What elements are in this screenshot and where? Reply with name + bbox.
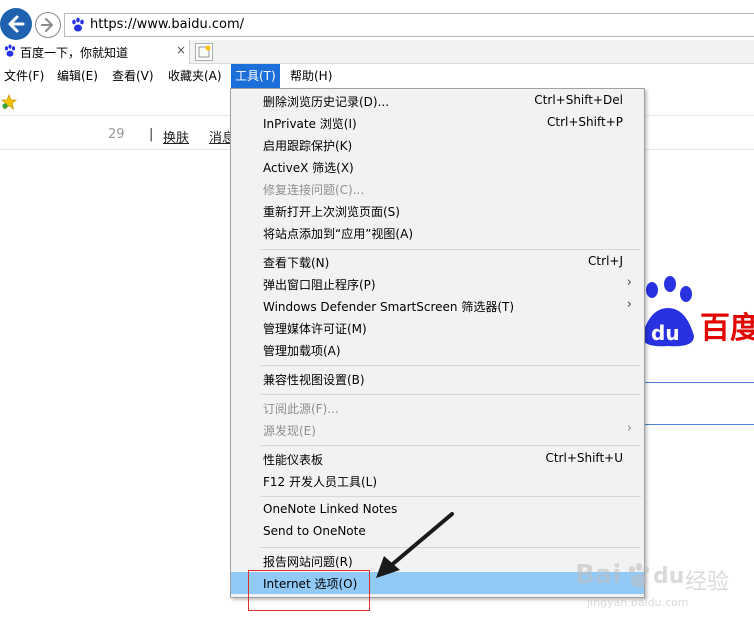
- menu-separator: [261, 496, 641, 497]
- menu-item-label: 管理媒体许可证(M): [263, 322, 367, 336]
- submenu-arrow-icon: ›: [626, 275, 632, 290]
- menu-item-label: ActiveX 筛选(X): [263, 161, 354, 175]
- menu-item-label: 兼容性视图设置(B): [263, 373, 365, 387]
- menu-item-label: 管理加载项(A): [263, 344, 341, 358]
- menu-item-tracking-protection[interactable]: 启用跟踪保护(K): [231, 134, 644, 156]
- tab-bar: 百度一下，你就知道 ×: [0, 40, 754, 64]
- menu-item-subscribe-feed: 订阅此源(F)...: [231, 397, 644, 419]
- menu-item-delete-history[interactable]: 删除浏览历史记录(D)... Ctrl+Shift+Del: [231, 90, 644, 112]
- watermark-url: jingyan.baidu.com: [587, 596, 689, 609]
- menu-item-label: 将站点添加到“应用”视图(A): [263, 227, 414, 241]
- menu-view[interactable]: 查看(V): [108, 64, 158, 88]
- baidu-paw-icon: [4, 44, 16, 57]
- search-box-edge: [640, 424, 754, 425]
- menu-item-label: 启用跟踪保护(K): [263, 139, 353, 153]
- menu-separator: [261, 394, 641, 395]
- menu-item-label: Windows Defender SmartScreen 筛选器(T): [263, 300, 515, 314]
- search-box-edge: [640, 382, 754, 383]
- menu-item-label: 性能仪表板: [263, 453, 324, 467]
- menu-separator: [261, 445, 641, 446]
- menu-item-label: 订阅此源(F)...: [263, 402, 339, 416]
- menu-item-label: 弹出窗口阻止程序(P): [263, 278, 376, 292]
- pointer-arrow-annotation: [376, 512, 454, 578]
- menu-item-label: 报告网站问题(R): [263, 555, 353, 569]
- menu-edit[interactable]: 编辑(E): [53, 64, 102, 88]
- menu-item-reopen-session[interactable]: 重新打开上次浏览页面(S): [231, 200, 644, 222]
- nav-count: 29: [108, 127, 125, 142]
- menu-item-label: 重新打开上次浏览页面(S): [263, 205, 400, 219]
- menu-item-feed-discovery: 源发现(E) ›: [231, 419, 644, 441]
- menu-favorites[interactable]: 收藏夹(A): [164, 64, 226, 88]
- nav-separator: |: [149, 127, 154, 142]
- submenu-arrow-icon: ›: [626, 297, 632, 312]
- url-field[interactable]: https://www.baidu.com/: [64, 13, 754, 37]
- menu-item-performance-dashboard[interactable]: 性能仪表板 Ctrl+Shift+U: [231, 448, 644, 470]
- forward-arrow-icon: [41, 18, 53, 32]
- menu-item-add-to-apps[interactable]: 将站点添加到“应用”视图(A): [231, 222, 644, 244]
- menu-help[interactable]: 帮助(H): [286, 64, 336, 88]
- menu-item-activex-filter[interactable]: ActiveX 筛选(X): [231, 156, 644, 178]
- menu-item-manage-addons[interactable]: 管理加载项(A): [231, 339, 644, 361]
- menu-separator: [261, 365, 641, 366]
- menu-item-f12-devtools[interactable]: F12 开发人员工具(L): [231, 470, 644, 492]
- logo-text: 百度: [700, 311, 754, 346]
- forward-button[interactable]: [35, 12, 61, 38]
- menu-item-label: InPrivate 浏览(I): [263, 117, 357, 131]
- menu-bar: 文件(F) 编辑(E) 查看(V) 收藏夹(A) 工具(T) 帮助(H): [0, 64, 754, 88]
- url-text: https://www.baidu.com/: [90, 17, 245, 32]
- watermark-brand: Bai: [575, 560, 622, 590]
- tab-close-icon[interactable]: ×: [176, 43, 186, 57]
- menu-separator: [261, 249, 641, 250]
- menu-item-label: 修复连接问题(C)...: [263, 183, 365, 197]
- menu-item-label: 源发现(E): [263, 424, 316, 438]
- menu-item-view-downloads[interactable]: 查看下载(N) Ctrl+J: [231, 251, 644, 273]
- back-arrow-icon: [8, 15, 25, 33]
- menu-file[interactable]: 文件(F): [0, 64, 48, 88]
- menu-item-shortcut: Ctrl+Shift+U: [545, 451, 623, 465]
- tab-title: 百度一下，你就知道: [20, 46, 129, 60]
- new-tab-icon: [198, 45, 211, 58]
- back-button[interactable]: [0, 8, 32, 40]
- menu-item-shortcut: Ctrl+Shift+P: [547, 115, 623, 129]
- menu-item-popup-blocker[interactable]: 弹出窗口阻止程序(P) ›: [231, 273, 644, 295]
- menu-item-label: F12 开发人员工具(L): [263, 475, 378, 489]
- menu-item-label: Send to OneNote: [263, 524, 366, 538]
- baidu-jingyan-watermark: Bai du 经验 jingyan.baidu.com: [575, 560, 754, 615]
- menu-tools[interactable]: 工具(T): [231, 64, 280, 88]
- watermark-brand-du: du: [653, 564, 685, 589]
- highlight-annotation-box: [248, 570, 370, 611]
- watermark-cn: 经验: [685, 570, 730, 595]
- new-tab-button[interactable]: [195, 43, 213, 61]
- menu-item-label: 删除浏览历史记录(D)...: [263, 95, 390, 109]
- logo-du-text: du: [651, 321, 680, 345]
- menu-item-smartscreen[interactable]: Windows Defender SmartScreen 筛选器(T) ›: [231, 295, 644, 317]
- menu-item-inprivate[interactable]: InPrivate 浏览(I) Ctrl+Shift+P: [231, 112, 644, 134]
- nav-link-skin[interactable]: 换肤: [163, 127, 189, 146]
- watermark-paw-icon: [629, 563, 649, 588]
- menu-item-fix-connection: 修复连接问题(C)...: [231, 178, 644, 200]
- menu-item-label: 查看下载(N): [263, 256, 330, 270]
- tab-baidu[interactable]: 百度一下，你就知道 ×: [0, 40, 190, 64]
- menu-item-shortcut: Ctrl+J: [588, 254, 623, 268]
- address-bar: https://www.baidu.com/: [0, 0, 754, 40]
- submenu-arrow-icon: ›: [626, 421, 632, 436]
- menu-item-compat-view[interactable]: 兼容性视图设置(B): [231, 368, 644, 390]
- menu-item-media-licenses[interactable]: 管理媒体许可证(M): [231, 317, 644, 339]
- add-favorite-icon[interactable]: [1, 94, 17, 110]
- baidu-paw-icon: [72, 17, 84, 32]
- menu-item-shortcut: Ctrl+Shift+Del: [534, 93, 623, 107]
